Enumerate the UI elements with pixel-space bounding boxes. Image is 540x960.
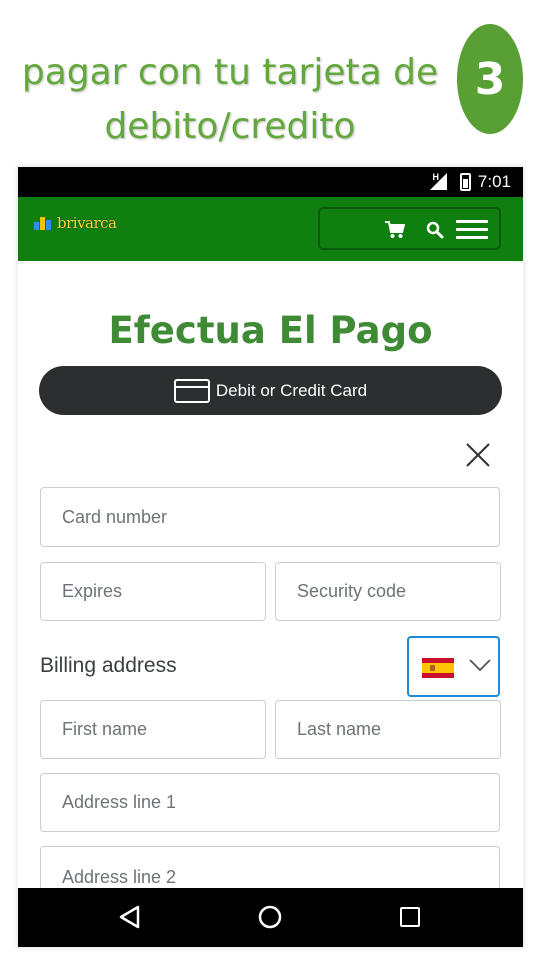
debit-credit-card-button[interactable]: Debit or Credit Card <box>39 366 502 415</box>
expires-field[interactable]: Expires <box>40 562 266 621</box>
card-number-placeholder: Card number <box>62 506 168 527</box>
system-nav-bar <box>18 888 523 947</box>
billing-address-label: Billing address <box>40 654 177 677</box>
phone-screen: H 7:01 brivarca Efectua El Pago Debit or… <box>18 167 523 947</box>
address-line-1-field[interactable]: Address line 1 <box>40 773 500 832</box>
card-number-field[interactable]: Card number <box>40 487 500 547</box>
close-icon[interactable] <box>464 441 492 469</box>
slide-title: pagar con tu tarjeta de debito/credito <box>0 46 460 154</box>
slide-title-line-2: debito/credito <box>104 106 356 147</box>
battery-icon <box>460 173 471 191</box>
security-code-field[interactable]: Security code <box>275 562 501 621</box>
app-header: brivarca <box>18 197 523 261</box>
home-icon[interactable] <box>258 905 282 929</box>
chevron-down-icon <box>469 659 491 672</box>
first-name-field[interactable]: First name <box>40 700 266 759</box>
address-line-1-placeholder: Address line 1 <box>62 792 177 812</box>
debit-credit-card-label: Debit or Credit Card <box>215 380 368 400</box>
address-line-2-placeholder: Address line 2 <box>62 867 177 887</box>
slide-title-line-1: pagar con tu tarjeta de <box>21 52 439 93</box>
last-name-field[interactable]: Last name <box>275 700 501 759</box>
page-title: Efectua El Pago <box>108 309 433 352</box>
back-icon[interactable] <box>119 905 141 929</box>
security-code-placeholder: Security code <box>297 581 407 601</box>
logo-icon <box>34 216 56 230</box>
spain-flag-icon <box>422 658 454 678</box>
menu-icon[interactable] <box>456 220 488 240</box>
last-name-placeholder: Last name <box>297 719 382 739</box>
expires-placeholder: Expires <box>62 581 123 601</box>
status-time: 7:01 <box>477 172 511 191</box>
header-actions <box>318 207 501 250</box>
status-bar: H 7:01 <box>18 167 523 197</box>
payment-content: Efectua El Pago Debit or Credit Card Car… <box>18 261 523 906</box>
brand-logo[interactable]: brivarca <box>34 213 117 233</box>
first-name-placeholder: First name <box>62 719 148 739</box>
step-number: 3 <box>474 53 506 105</box>
step-number-badge: 3 <box>457 24 523 134</box>
country-select[interactable] <box>407 636 500 697</box>
signal-icon <box>430 173 447 190</box>
recents-icon[interactable] <box>400 907 420 927</box>
brand-name: brivarca <box>57 214 117 232</box>
credit-card-icon <box>173 378 210 403</box>
cart-icon[interactable] <box>385 221 405 239</box>
search-icon[interactable] <box>426 221 444 239</box>
